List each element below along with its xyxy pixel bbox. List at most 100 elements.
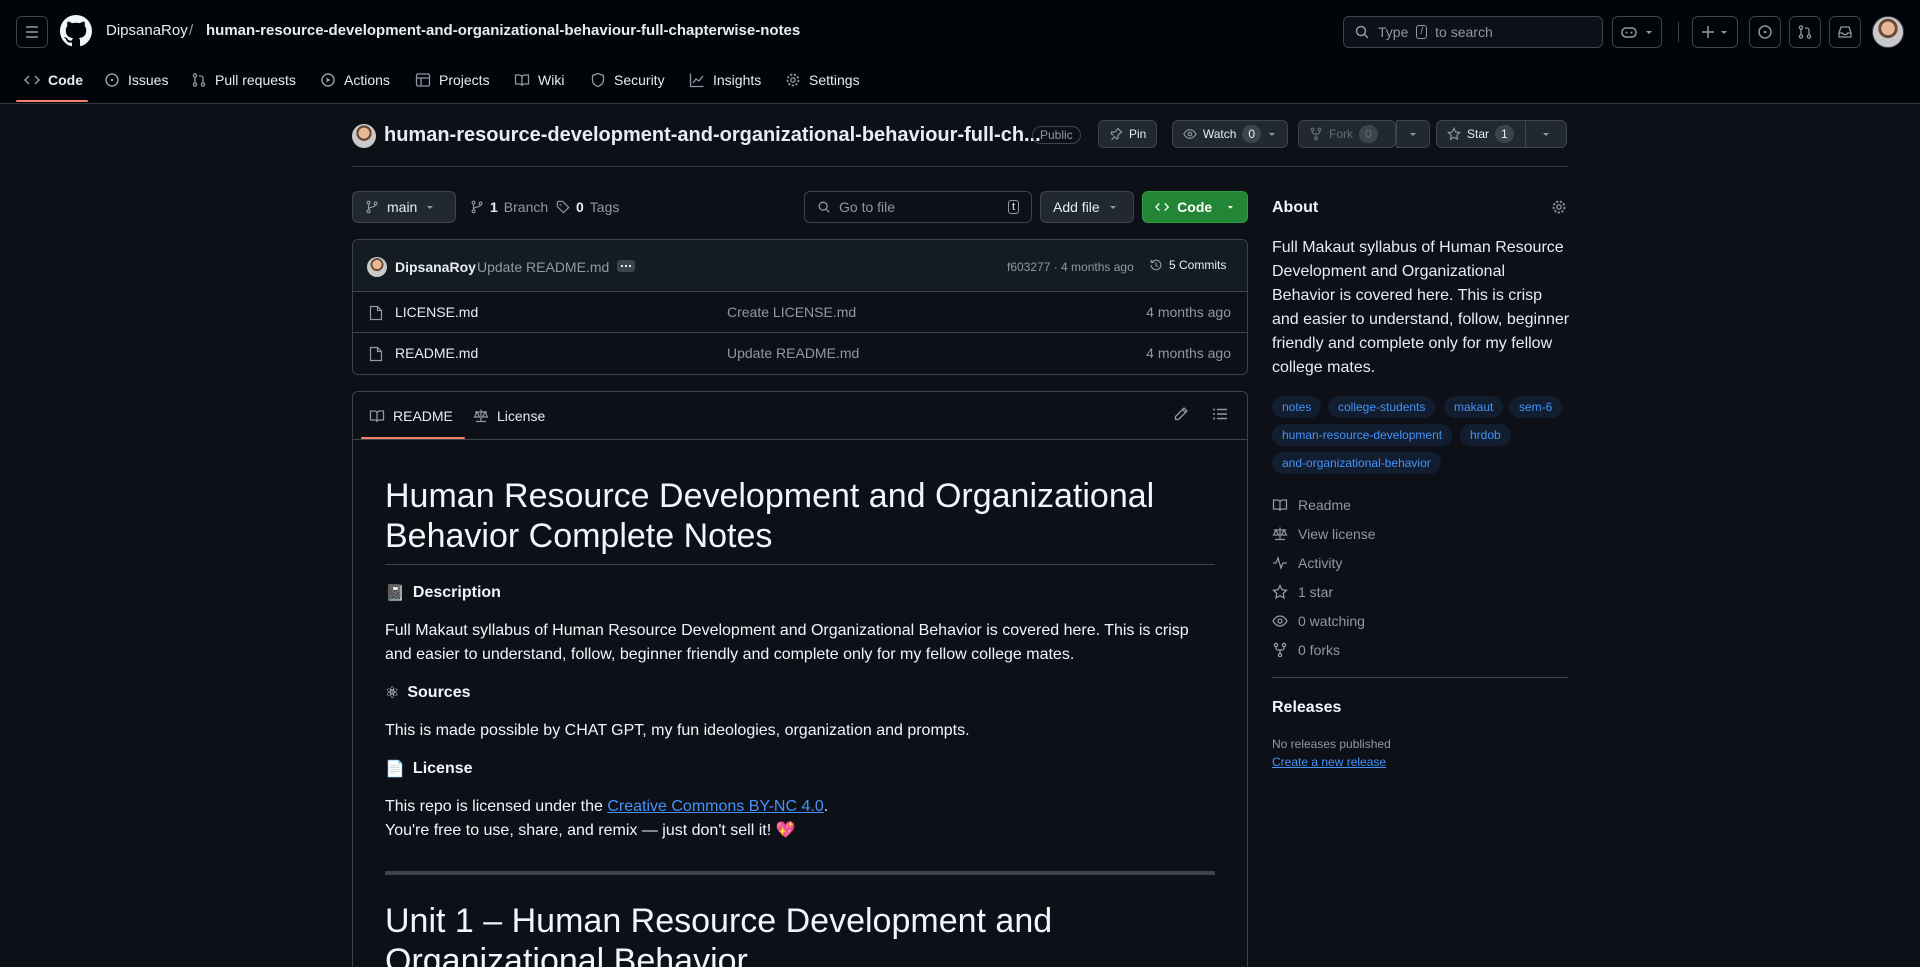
tab-license-label: License: [497, 408, 546, 424]
readme-link[interactable]: Readme: [1272, 497, 1351, 513]
tab-readme-label: README: [393, 408, 453, 424]
issues-button[interactable]: [1749, 16, 1781, 48]
table-icon: [415, 73, 431, 87]
plus-icon: [1702, 26, 1714, 38]
commit-author-avatar[interactable]: [367, 257, 387, 277]
history-icon: [1150, 259, 1162, 271]
tags-link[interactable]: 0 Tags: [556, 199, 619, 215]
topic-tag[interactable]: college-students: [1328, 396, 1436, 418]
file-name[interactable]: README.md: [395, 345, 478, 361]
file-commit-message[interactable]: Update README.md: [727, 345, 859, 361]
readme-content: Human Resource Development and Organizat…: [385, 476, 1215, 967]
add-file-button[interactable]: Add file: [1040, 191, 1134, 223]
commit-meta[interactable]: f603277 · 4 months ago: [1007, 260, 1134, 274]
forks-link-label: 0 forks: [1298, 642, 1341, 658]
issue-icon: [1758, 25, 1772, 39]
search-suffix: to search: [1435, 24, 1493, 40]
pull-requests-button[interactable]: [1789, 16, 1821, 48]
branches-link[interactable]: 1 Branch: [470, 199, 548, 215]
about-settings-button[interactable]: [1551, 199, 1567, 215]
user-avatar[interactable]: [1872, 16, 1904, 48]
tab-insights[interactable]: Insights: [689, 68, 761, 92]
activity-link[interactable]: Activity: [1272, 555, 1342, 571]
code-icon: [1155, 202, 1170, 212]
topic-tag[interactable]: hrdob: [1460, 424, 1511, 446]
pin-icon: [1110, 127, 1123, 141]
topic-tag[interactable]: human-resource-development: [1272, 424, 1453, 446]
tab-settings[interactable]: Settings: [785, 68, 860, 92]
tab-issues[interactable]: Issues: [104, 68, 168, 92]
divider: [1272, 677, 1568, 678]
tab-actions[interactable]: Actions: [320, 68, 390, 92]
branch-select[interactable]: main: [352, 191, 456, 223]
create-new-button[interactable]: [1692, 16, 1738, 48]
commit-message[interactable]: Update README.md: [477, 259, 609, 275]
tab-pull-requests[interactable]: Pull requests: [191, 68, 296, 92]
tab-projects[interactable]: Projects: [415, 68, 490, 92]
file-row[interactable]: LICENSE.md Create LICENSE.md 4 months ag…: [353, 292, 1247, 333]
license-link[interactable]: View license: [1272, 526, 1376, 542]
releases-heading[interactable]: Releases: [1272, 699, 1341, 717]
branch-icon: [366, 200, 378, 214]
chevron-down-icon: [1646, 31, 1652, 34]
tab-code[interactable]: Code: [24, 68, 83, 92]
create-release-link[interactable]: Create a new release: [1272, 755, 1386, 769]
hamburger-menu-button[interactable]: [16, 16, 48, 48]
license-link[interactable]: Creative Commons BY-NC 4.0: [607, 798, 823, 815]
star-button[interactable]: Star 1: [1436, 120, 1526, 148]
topic-tag[interactable]: and-organizational-behavior: [1272, 452, 1441, 474]
tag-icon: [556, 200, 570, 214]
gear-icon: [1552, 200, 1566, 214]
watch-button[interactable]: Watch 0: [1172, 120, 1288, 148]
inbox-button[interactable]: [1829, 16, 1861, 48]
description-heading: 📓 Description: [385, 583, 1215, 603]
topic-tag[interactable]: notes: [1272, 396, 1322, 418]
sources-heading-text: Sources: [407, 684, 471, 701]
go-to-file-placeholder: Go to file: [839, 199, 896, 215]
code-button[interactable]: Code: [1142, 191, 1248, 223]
eye-icon: [1272, 615, 1288, 627]
license-note: You're free to use, share, and remix — j…: [385, 822, 796, 839]
search-icon: [1355, 25, 1369, 39]
readme-link-label: Readme: [1298, 497, 1351, 513]
readme-title-line-2: Behavior Complete Notes: [385, 517, 773, 555]
tag-count: 0: [576, 199, 584, 215]
file-commit-message[interactable]: Create LICENSE.md: [727, 304, 856, 320]
file-icon: [369, 305, 383, 321]
license-link-label: View license: [1298, 526, 1376, 542]
file-row[interactable]: README.md Update README.md 4 months ago: [353, 333, 1247, 374]
repo-title[interactable]: human-resource-development-and-organizat…: [384, 124, 1041, 147]
commit-author[interactable]: DipsanaRoy: [395, 259, 476, 275]
fork-button[interactable]: Fork 0: [1298, 120, 1396, 148]
book-icon: [369, 410, 385, 423]
tab-security[interactable]: Security: [590, 68, 665, 92]
topic-tag[interactable]: sem-6: [1509, 396, 1563, 418]
forks-link[interactable]: 0 forks: [1272, 642, 1340, 658]
commit-details-toggle[interactable]: [617, 260, 635, 272]
go-to-file-input[interactable]: Go to file t: [804, 191, 1032, 223]
file-name[interactable]: LICENSE.md: [395, 304, 478, 320]
edit-readme-button[interactable]: [1173, 406, 1189, 422]
chevron-down-icon: [427, 206, 434, 209]
tab-license[interactable]: License: [473, 408, 545, 424]
star-dropdown-button[interactable]: [1525, 120, 1567, 148]
search-input[interactable]: Type / to search: [1343, 16, 1603, 48]
topic-tag[interactable]: makaut: [1444, 396, 1504, 418]
breadcrumb-owner[interactable]: DipsanaRoy: [106, 22, 188, 39]
law-icon: [1272, 527, 1288, 541]
watchers-link[interactable]: 0 watching: [1272, 613, 1365, 629]
pin-button[interactable]: Pin: [1098, 120, 1158, 148]
tab-wiki[interactable]: Wiki: [514, 68, 564, 92]
stars-link[interactable]: 1 star: [1272, 584, 1333, 600]
file-browser: DipsanaRoy Update README.md f603277 · 4 …: [352, 239, 1248, 375]
outline-button[interactable]: [1212, 406, 1228, 422]
tab-readme[interactable]: README: [369, 408, 453, 424]
breadcrumb-repo[interactable]: human-resource-development-and-organizat…: [206, 22, 800, 39]
owner-avatar[interactable]: [352, 124, 376, 148]
unit-heading-line-1: Unit 1 – Human Resource Development and: [385, 902, 1053, 940]
commits-link[interactable]: 5 Commits: [1149, 258, 1226, 272]
active-tab-indicator: [361, 437, 465, 439]
fork-dropdown-button[interactable]: [1396, 120, 1430, 148]
github-logo-icon[interactable]: [60, 15, 92, 47]
copilot-button[interactable]: [1612, 16, 1662, 48]
